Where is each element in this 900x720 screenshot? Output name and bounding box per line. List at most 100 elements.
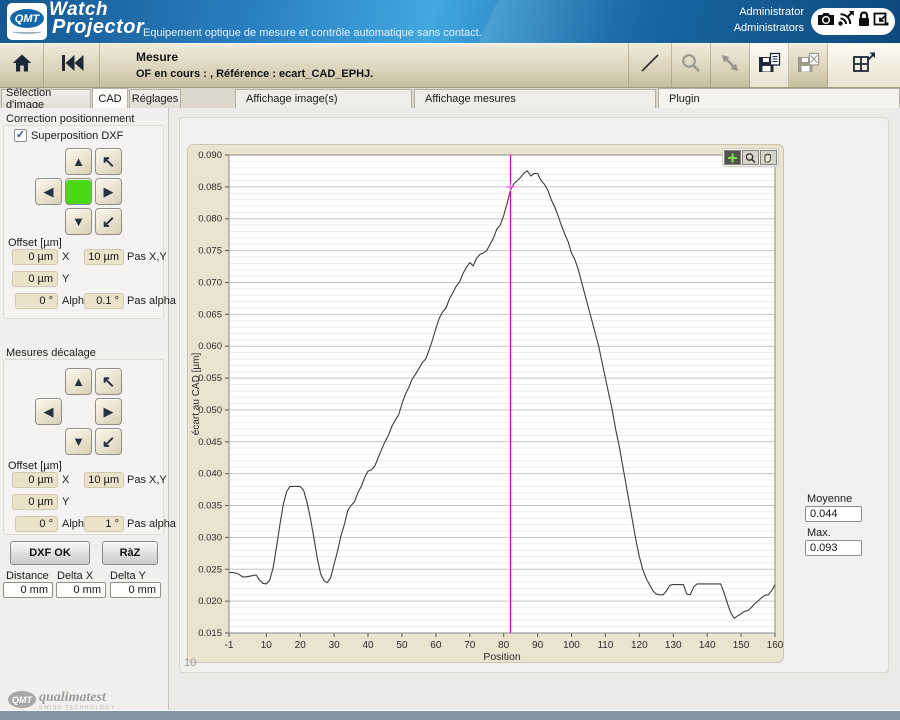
superposition-dxf-checkbox[interactable]: ✓ (14, 129, 27, 142)
mes-move-left-button[interactable]: ◀ (35, 398, 62, 425)
raz-button[interactable]: RàZ (102, 541, 158, 565)
mes-pas-alpha-field[interactable]: 1 ° (84, 516, 124, 532)
save-report-icon (756, 51, 782, 80)
lock-icon[interactable] (856, 10, 872, 33)
max-label: Max. (807, 527, 831, 539)
mes-offset-alpha-field[interactable]: 0 ° (15, 516, 58, 532)
external-window-icon[interactable] (872, 10, 890, 33)
corr-offset-y-label: Y (62, 273, 69, 285)
corr-offset-x-label: X (62, 251, 69, 263)
mes-offset-y-field[interactable]: 0 µm (12, 494, 58, 510)
corr-rotate-cw-button[interactable]: ↙ (95, 208, 122, 235)
svg-text:90: 90 (532, 640, 544, 651)
mes-move-right-button[interactable]: ▶ (95, 398, 122, 425)
tab-cad[interactable]: CAD (92, 88, 128, 108)
svg-text:140: 140 (699, 640, 716, 651)
svg-text:50: 50 (396, 640, 408, 651)
diag-sw-arrow-icon: ↙ (102, 212, 115, 232)
corr-move-right-button[interactable]: ▶ (95, 178, 122, 205)
qmt-swoosh (12, 29, 42, 34)
up-arrow-icon: ▲ (72, 374, 85, 389)
svg-text:0.065: 0.065 (198, 309, 222, 320)
mes-rotate-cw-button[interactable]: ↙ (95, 428, 122, 455)
corr-rotate-ccw-button[interactable]: ↖ (95, 148, 122, 175)
svg-text:0.025: 0.025 (198, 564, 222, 575)
svg-text:0.030: 0.030 (198, 532, 222, 543)
down-arrow-icon: ▼ (72, 214, 85, 229)
dxf-ok-button[interactable]: DXF OK (10, 541, 90, 565)
svg-text:40: 40 (362, 640, 374, 651)
tab-reglages[interactable]: Réglages (129, 89, 181, 108)
remote-signal-icon[interactable] (836, 10, 855, 33)
corr-pas-alpha-field[interactable]: 0.1 ° (84, 293, 124, 309)
line-tool-icon (638, 51, 662, 80)
corr-move-down-button[interactable]: ▼ (65, 208, 92, 235)
window-layout-button[interactable] (828, 43, 900, 87)
right-arrow-icon: ▶ (104, 184, 114, 200)
corr-move-left-button[interactable]: ◀ (35, 178, 62, 205)
save-report-button[interactable] (750, 43, 789, 87)
resize-arrows-button[interactable] (711, 43, 750, 87)
camera-icon[interactable] (816, 11, 836, 32)
corr-move-up-button[interactable]: ▲ (65, 148, 92, 175)
diag-nw-arrow-icon: ↖ (102, 372, 115, 392)
mes-pas-xy-field[interactable]: 10 µm (84, 472, 124, 488)
diag-sw-arrow-icon: ↙ (102, 432, 115, 452)
zoom-tool-button[interactable] (742, 150, 759, 165)
line-tool-button[interactable] (628, 43, 672, 87)
cursor-tool-button[interactable] (724, 150, 741, 165)
save-image-button[interactable] (789, 43, 828, 87)
diag-nw-arrow-icon: ↖ (102, 152, 115, 172)
header-quick-actions (811, 8, 895, 35)
cad-sidebar: Correction positionnement ✓ Superpositio… (0, 108, 169, 710)
qmt-badge: QMT (10, 9, 44, 28)
corr-offset-alpha-field[interactable]: 0 ° (15, 293, 58, 309)
deviation-chart-plot[interactable]: 0.0150.0200.0250.0300.0350.0400.0450.050… (188, 145, 783, 662)
brand-line2: Projector (52, 16, 144, 39)
mes-move-up-button[interactable]: ▲ (65, 368, 92, 395)
svg-text:0.035: 0.035 (198, 501, 222, 512)
svg-text:0.060: 0.060 (198, 341, 222, 352)
back-to-start-button[interactable] (44, 43, 100, 87)
tab-selection-image[interactable]: Sélection d'image (1, 89, 91, 108)
home-icon (10, 51, 34, 80)
hand-icon (762, 152, 775, 164)
mes-offset-x-field[interactable]: 0 µm (12, 472, 58, 488)
pan-tool-button[interactable] (760, 150, 777, 165)
corr-pas-xy-label: Pas X,Y (127, 251, 167, 263)
moyenne-value-field: 0.044 (805, 506, 862, 522)
svg-text:150: 150 (733, 640, 750, 651)
mes-rotate-ccw-button[interactable]: ↖ (95, 368, 122, 395)
right-arrow-icon: ▶ (104, 404, 114, 420)
tab-plugin[interactable]: Plugin (658, 88, 900, 108)
left-arrow-icon: ◀ (44, 184, 54, 200)
distance-label: Distance (6, 570, 49, 582)
qualimatest-text: qualimatest (39, 691, 115, 705)
corr-center-indicator[interactable] (65, 178, 92, 205)
mes-offset-y-label: Y (62, 496, 69, 508)
svg-text:20: 20 (295, 640, 307, 651)
distance-value-field: 0 mm (3, 582, 53, 598)
home-button[interactable] (0, 43, 44, 87)
corr-offset-x-field[interactable]: 0 µm (12, 249, 58, 265)
corr-pas-xy-field[interactable]: 10 µm (84, 249, 124, 265)
app-header: QMT Watch Projector Equipement optique d… (0, 0, 900, 43)
svg-text:0.090: 0.090 (198, 150, 222, 161)
delta-x-label: Delta X (57, 570, 93, 582)
delta-x-value-field: 0 mm (56, 582, 106, 598)
corr-offset-y-field[interactable]: 0 µm (12, 271, 58, 287)
user-name: Administrator (734, 4, 804, 20)
mes-move-down-button[interactable]: ▼ (65, 428, 92, 455)
svg-text:0.045: 0.045 (198, 437, 222, 448)
tab-affichage-mesures[interactable]: Affichage mesures (414, 89, 656, 108)
svg-text:0.085: 0.085 (198, 182, 222, 193)
corr-offset-title: Offset [µm] (8, 237, 62, 249)
svg-text:écart au CAD [µm]: écart au CAD [µm] (191, 353, 202, 436)
left-arrow-icon: ◀ (44, 404, 54, 420)
tab-bar: Sélection d'image CAD Réglages Affichage… (0, 88, 900, 108)
delta-y-value-field: 0 mm (110, 582, 161, 598)
svg-text:10: 10 (261, 640, 273, 651)
tab-affichage-images[interactable]: Affichage image(s) (235, 89, 412, 108)
search-button[interactable] (672, 43, 711, 87)
breadcrumb-title: Mesure (136, 50, 178, 64)
